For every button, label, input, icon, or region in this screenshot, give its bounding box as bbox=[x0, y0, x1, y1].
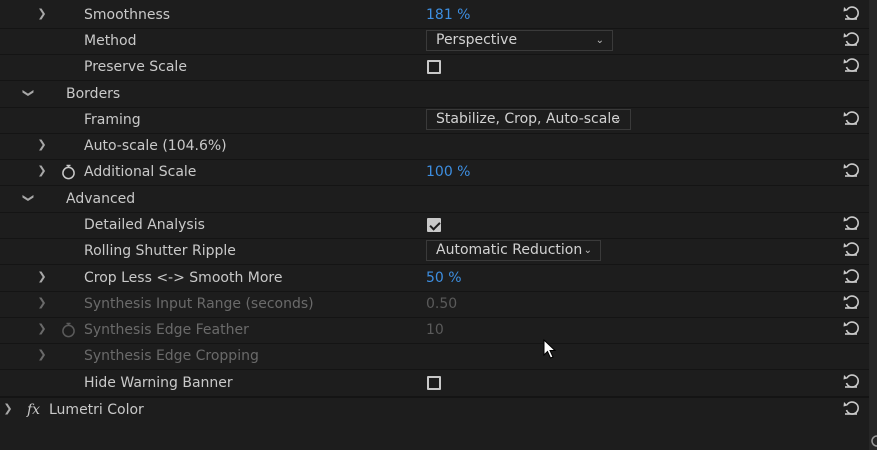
framing-dropdown[interactable]: Stabilize, Crop, Auto-scale ⌄ bbox=[426, 109, 631, 130]
fx-icon[interactable]: fx bbox=[27, 402, 40, 418]
smoothness-value[interactable]: 181 % bbox=[426, 7, 470, 23]
smoothness-label: Smoothness bbox=[84, 7, 171, 23]
reset-icon[interactable] bbox=[842, 4, 860, 22]
chevron-right-icon[interactable]: ❯ bbox=[36, 271, 48, 283]
additional-scale-label: Additional Scale bbox=[84, 164, 197, 180]
preserve-scale-checkbox[interactable] bbox=[427, 60, 441, 74]
method-dropdown[interactable]: Perspective ⌄ bbox=[426, 30, 613, 51]
framing-dropdown-value: Stabilize, Crop, Auto-scale bbox=[436, 111, 620, 127]
detailed-analysis-row: Detailed Analysis bbox=[0, 213, 869, 239]
reset-icon[interactable] bbox=[842, 161, 860, 179]
scrollbar-arrow-icon[interactable] bbox=[869, 432, 877, 450]
synthesis-input-value: 0.50 bbox=[426, 296, 458, 312]
chevron-right-icon[interactable]: ❯ bbox=[36, 297, 48, 309]
borders-label: Borders bbox=[66, 86, 121, 102]
stopwatch-icon bbox=[62, 322, 75, 338]
detailed-analysis-label: Detailed Analysis bbox=[84, 217, 205, 233]
reset-icon[interactable] bbox=[842, 372, 860, 390]
stopwatch-icon[interactable] bbox=[61, 164, 76, 180]
chevron-right-icon[interactable]: ❯ bbox=[36, 323, 48, 335]
hide-warning-checkbox[interactable] bbox=[427, 376, 441, 390]
additional-scale-row: ❯ Additional Scale 100 % bbox=[0, 160, 869, 186]
crop-less-label: Crop Less <-> Smooth More bbox=[84, 270, 283, 286]
smoothness-row: ❯ Smoothness 181 % bbox=[0, 3, 869, 29]
chevron-right-icon[interactable]: ❯ bbox=[36, 8, 48, 20]
reset-icon[interactable] bbox=[842, 293, 860, 311]
synthesis-cropping-label: Synthesis Edge Cropping bbox=[84, 348, 259, 364]
advanced-group-row: ❯ Advanced bbox=[0, 187, 869, 213]
chevron-right-icon[interactable]: ❯ bbox=[2, 403, 14, 415]
rolling-shutter-dropdown-value: Automatic Reduction bbox=[436, 242, 583, 258]
advanced-label: Advanced bbox=[66, 191, 136, 207]
crop-less-row: ❯ Crop Less <-> Smooth More 50 % bbox=[0, 266, 869, 292]
lumetri-effect-row[interactable]: ❯ fx Lumetri Color bbox=[0, 397, 869, 423]
preserve-scale-label: Preserve Scale bbox=[84, 59, 187, 75]
borders-group-row: ❯ Borders bbox=[0, 82, 869, 108]
chevron-right-icon[interactable]: ❯ bbox=[36, 165, 48, 177]
reset-icon[interactable] bbox=[842, 109, 860, 127]
chevron-down-icon[interactable]: ❯ bbox=[22, 192, 35, 204]
scrollbar-track[interactable] bbox=[869, 0, 877, 450]
chevron-right-icon[interactable]: ❯ bbox=[36, 139, 48, 151]
synthesis-feather-label: Synthesis Edge Feather bbox=[84, 322, 249, 338]
chevron-right-icon[interactable]: ❯ bbox=[36, 349, 48, 361]
reset-icon[interactable] bbox=[842, 399, 860, 417]
auto-scale-row: ❯ Auto-scale (104.6%) bbox=[0, 134, 869, 160]
lumetri-color-label: Lumetri Color bbox=[49, 402, 144, 418]
chevron-down-icon: ⌄ bbox=[583, 245, 592, 256]
hide-warning-row: Hide Warning Banner bbox=[0, 371, 869, 397]
synthesis-feather-value: 10 bbox=[426, 322, 444, 338]
chevron-down-icon: ⌄ bbox=[613, 114, 622, 125]
reset-icon[interactable] bbox=[842, 319, 860, 337]
method-label: Method bbox=[84, 33, 137, 49]
rolling-shutter-row: Rolling Shutter Ripple Automatic Reducti… bbox=[0, 239, 869, 265]
effect-controls-panel: ❯ Smoothness 181 % Method Perspective ⌄ … bbox=[0, 0, 877, 450]
synthesis-input-label: Synthesis Input Range (seconds) bbox=[84, 296, 314, 312]
auto-scale-label: Auto-scale (104.6%) bbox=[84, 138, 227, 154]
synthesis-cropping-row: ❯ Synthesis Edge Cropping bbox=[0, 344, 869, 370]
detailed-analysis-checkbox[interactable] bbox=[427, 218, 441, 232]
reset-icon[interactable] bbox=[842, 214, 860, 232]
synthesis-feather-row: ❯ Synthesis Edge Feather 10 bbox=[0, 318, 869, 344]
preserve-scale-row: Preserve Scale bbox=[0, 55, 869, 81]
chevron-down-icon: ⌄ bbox=[595, 35, 604, 46]
framing-label: Framing bbox=[84, 112, 141, 128]
chevron-down-icon[interactable]: ❯ bbox=[22, 87, 35, 99]
additional-scale-value[interactable]: 100 % bbox=[426, 164, 470, 180]
reset-icon[interactable] bbox=[842, 56, 860, 74]
rolling-shutter-dropdown[interactable]: Automatic Reduction ⌄ bbox=[426, 240, 601, 261]
rolling-shutter-label: Rolling Shutter Ripple bbox=[84, 243, 236, 259]
framing-row: Framing Stabilize, Crop, Auto-scale ⌄ bbox=[0, 108, 869, 134]
reset-icon[interactable] bbox=[842, 30, 860, 48]
reset-icon[interactable] bbox=[842, 240, 860, 258]
method-dropdown-value: Perspective bbox=[436, 32, 518, 48]
mouse-cursor-icon bbox=[543, 339, 557, 359]
synthesis-input-row: ❯ Synthesis Input Range (seconds) 0.50 bbox=[0, 292, 869, 318]
method-row: Method Perspective ⌄ bbox=[0, 29, 869, 55]
crop-less-value[interactable]: 50 % bbox=[426, 270, 462, 286]
hide-warning-label: Hide Warning Banner bbox=[84, 375, 233, 391]
empty-area bbox=[0, 422, 869, 450]
reset-icon[interactable] bbox=[842, 267, 860, 285]
